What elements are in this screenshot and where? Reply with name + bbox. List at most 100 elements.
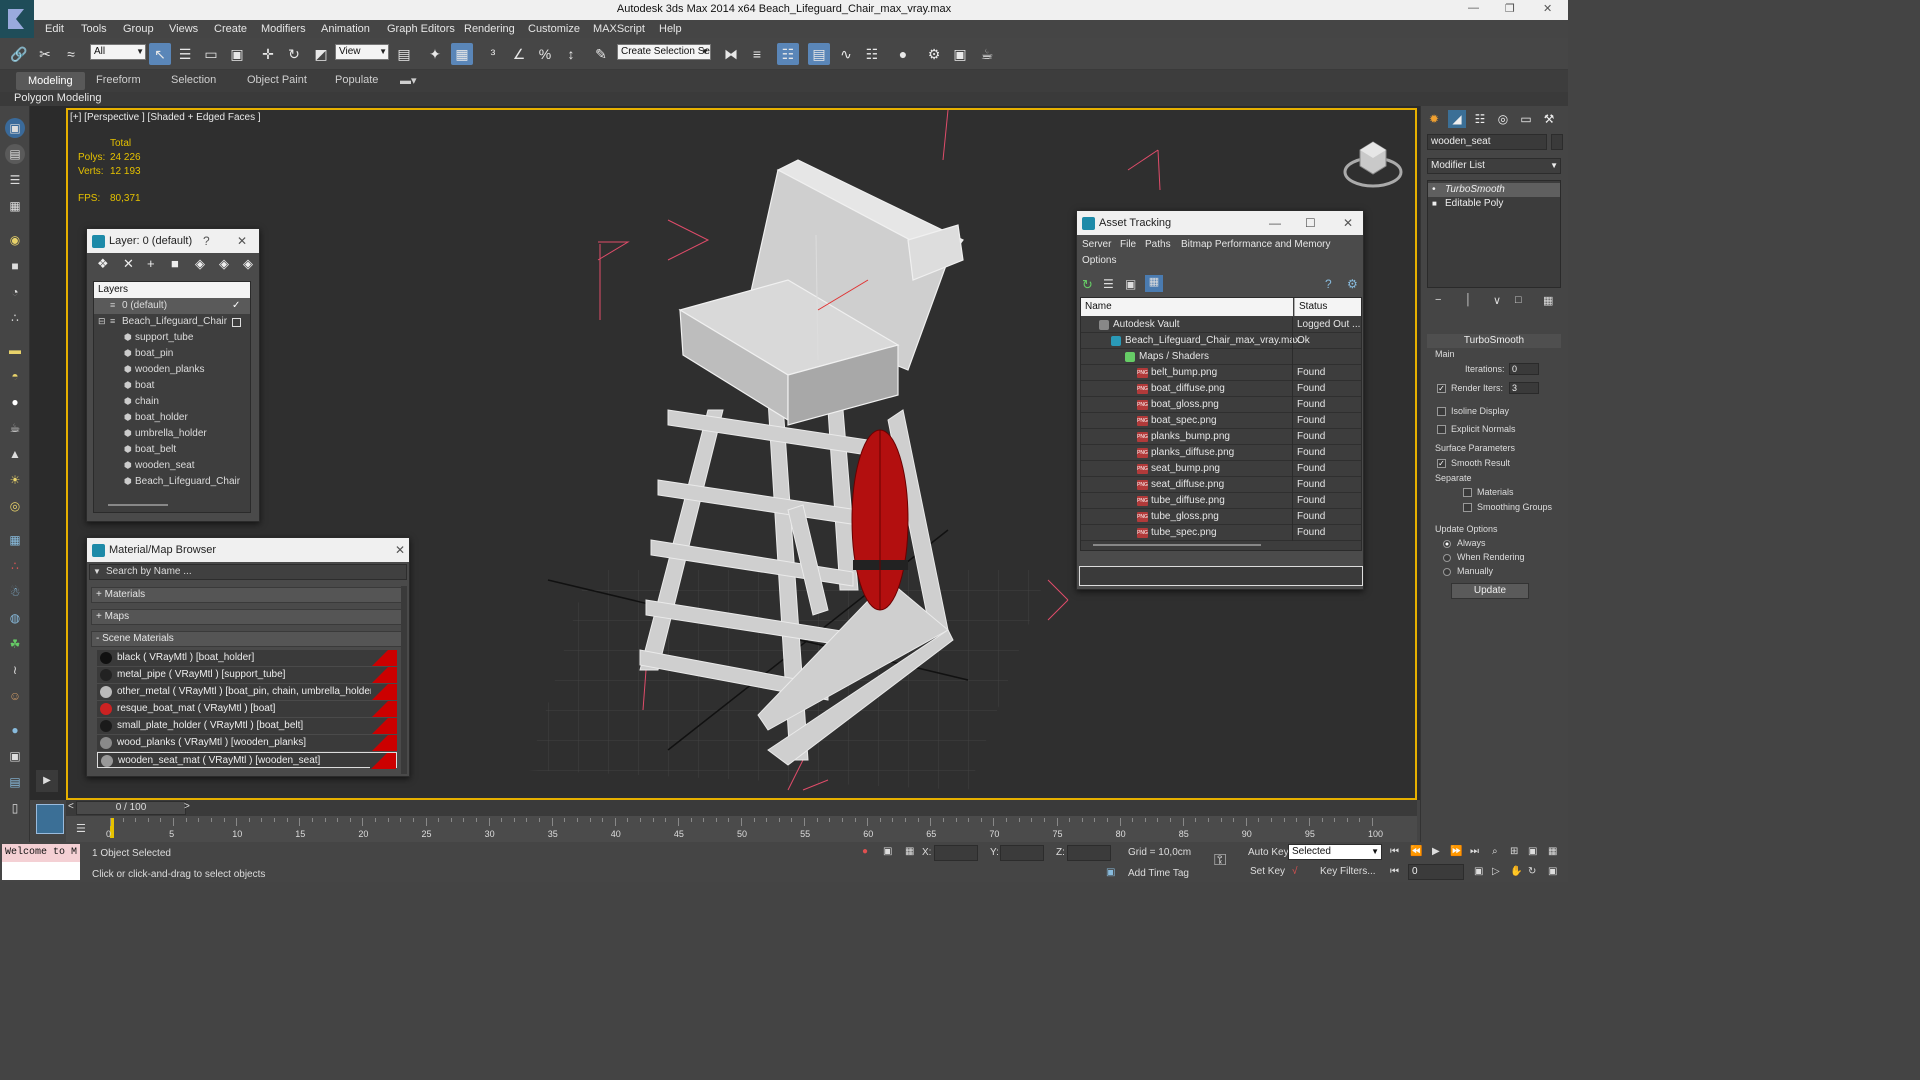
column-header-name[interactable]: Name bbox=[1081, 298, 1293, 316]
set-key-button[interactable]: Set Key bbox=[1250, 866, 1285, 877]
close-icon[interactable]: ✕ bbox=[1343, 211, 1353, 235]
maximize-icon[interactable]: ☐ bbox=[1305, 211, 1316, 235]
bones-icon[interactable]: ☃ bbox=[5, 582, 25, 602]
select-manipulate-icon[interactable]: ✦ bbox=[424, 43, 446, 65]
expand-arrow-icon[interactable]: ▶ bbox=[36, 770, 58, 792]
app-logo-icon[interactable] bbox=[0, 0, 34, 38]
close-icon[interactable]: ✕ bbox=[395, 538, 405, 562]
material-row[interactable]: black ( VRayMtl ) [boat_holder] bbox=[97, 650, 397, 666]
menu-create[interactable]: Create bbox=[214, 23, 247, 35]
x-coordinate-field[interactable] bbox=[934, 845, 978, 861]
asset-row[interactable]: Maps / Shaders bbox=[1081, 349, 1361, 365]
plant-icon[interactable]: ☘ bbox=[5, 634, 25, 654]
image-icon[interactable]: ▣ bbox=[5, 746, 25, 766]
help-icon[interactable]: ? bbox=[1325, 277, 1332, 291]
column-header-status[interactable]: Status bbox=[1294, 298, 1361, 316]
object-color-swatch[interactable] bbox=[1551, 134, 1563, 150]
close-icon[interactable]: ✕ bbox=[237, 229, 247, 253]
menu-graph-editors[interactable]: Graph Editors bbox=[387, 23, 455, 35]
asset-menu-paths[interactable]: Paths bbox=[1145, 239, 1171, 250]
pin-stack-icon[interactable]: − bbox=[1435, 294, 1441, 306]
absolute-mode-icon[interactable]: ▦ bbox=[905, 846, 914, 857]
lightbulb-icon[interactable]: • bbox=[1432, 183, 1436, 197]
delete-layer-icon[interactable]: ✕ bbox=[123, 256, 134, 272]
group-maps[interactable]: + Maps bbox=[91, 609, 403, 625]
torus-icon[interactable]: ◎ bbox=[5, 496, 25, 516]
asset-row[interactable]: PNG belt_bump.png Found bbox=[1081, 365, 1361, 381]
globe-icon[interactable]: ◍ bbox=[5, 608, 25, 628]
always-radio[interactable] bbox=[1443, 540, 1451, 548]
window-crossing-icon[interactable]: ▣ bbox=[226, 43, 248, 65]
tab-object-paint[interactable]: Object Paint bbox=[247, 74, 307, 86]
sun-icon[interactable]: ☀ bbox=[5, 470, 25, 490]
ribbon-options-icon[interactable]: ▬▾ bbox=[400, 74, 417, 87]
add-time-tag-label[interactable]: Add Time Tag bbox=[1128, 868, 1189, 879]
stack-item-editable-poly[interactable]: ■ Editable Poly bbox=[1428, 197, 1560, 211]
motion-tab-icon[interactable]: ◎ bbox=[1494, 110, 1512, 128]
table-icon[interactable]: ▦ bbox=[5, 196, 25, 216]
menu-tools[interactable]: Tools bbox=[81, 23, 107, 35]
menu-help[interactable]: Help bbox=[659, 23, 682, 35]
hierarchy-tab-icon[interactable]: ☷ bbox=[1471, 110, 1489, 128]
make-unique-icon[interactable]: ∨ bbox=[1493, 294, 1501, 307]
layer-object-row[interactable]: ⬢ wooden_planks bbox=[94, 362, 250, 378]
render-iters-checkbox[interactable]: ✓ bbox=[1437, 384, 1446, 393]
asset-row[interactable]: PNG tube_spec.png Found bbox=[1081, 525, 1361, 541]
field-of-view-icon[interactable]: ▷ bbox=[1492, 866, 1500, 877]
reference-coordinate-dropdown[interactable]: View ▼ bbox=[335, 44, 389, 60]
settings-help-icon[interactable]: ⚙ bbox=[1347, 277, 1358, 291]
sphere-icon[interactable]: ◓ bbox=[5, 366, 25, 386]
restore-icon[interactable]: ❐ bbox=[1505, 2, 1515, 15]
bind-space-warp-icon[interactable]: ≈ bbox=[60, 43, 82, 65]
spinner-snap-icon[interactable]: ↕ bbox=[560, 43, 582, 65]
layer-object-row[interactable]: ⬢ boat_holder bbox=[94, 410, 250, 426]
material-search-input[interactable]: ▼ Search by Name ... bbox=[89, 564, 407, 580]
asset-path-field[interactable] bbox=[1079, 566, 1363, 586]
render-iters-spinner[interactable]: 3 bbox=[1509, 382, 1539, 394]
layer-explorer-icon[interactable]: ☷ bbox=[777, 43, 799, 65]
key-icon[interactable]: ⚿ bbox=[1214, 852, 1226, 870]
asset-row[interactable]: Autodesk Vault Logged Out ... bbox=[1081, 317, 1361, 333]
zoom-extents-all-icon[interactable]: ▦ bbox=[1548, 846, 1557, 857]
refresh-icon[interactable]: ↻ bbox=[1082, 277, 1093, 293]
space-warp-icon[interactable]: ∴ bbox=[5, 308, 25, 328]
geosphere-icon[interactable]: ● bbox=[5, 392, 25, 412]
select-layer-icon[interactable]: ◈ bbox=[195, 256, 205, 272]
layer-window-titlebar[interactable]: Layer: 0 (default) ? ✕ bbox=[87, 229, 259, 253]
remove-modifier-icon[interactable]: □ bbox=[1515, 294, 1522, 306]
mirror-icon[interactable]: ⧓ bbox=[720, 43, 742, 65]
asset-tracking-titlebar[interactable]: Asset Tracking — ☐ ✕ bbox=[1077, 211, 1363, 235]
material-row[interactable]: wooden_seat_mat ( VRayMtl ) [wooden_seat… bbox=[97, 752, 397, 769]
viewport-label[interactable]: [+] [Perspective ] [Shaded + Edged Faces… bbox=[70, 112, 261, 123]
minimize-icon[interactable]: — bbox=[1269, 211, 1281, 235]
asset-menu-bitmap-performance[interactable]: Bitmap Performance and Memory bbox=[1181, 239, 1331, 250]
mini-curve-editor-icon[interactable] bbox=[36, 804, 64, 834]
percent-snap-icon[interactable]: % bbox=[534, 43, 556, 65]
material-editor-icon[interactable]: ● bbox=[892, 43, 914, 65]
chevron-down-icon[interactable]: ▼ bbox=[93, 565, 101, 579]
freeze-layers-icon[interactable]: ◈ bbox=[243, 256, 253, 272]
add-to-layer-icon[interactable]: + bbox=[147, 256, 155, 271]
snap-toggle-icon[interactable]: ³ bbox=[482, 43, 504, 65]
layer-object-row[interactable]: ⬢ Beach_Lifeguard_Chair bbox=[94, 474, 250, 490]
configure-modifier-sets-icon[interactable]: ▦ bbox=[1543, 294, 1553, 307]
material-row[interactable]: small_plate_holder ( VRayMtl ) [boat_bel… bbox=[97, 718, 397, 734]
smoothing-groups-checkbox[interactable] bbox=[1463, 503, 1472, 512]
modifier-list-dropdown[interactable]: Modifier List ▼ bbox=[1427, 158, 1561, 174]
keyboard-shortcut-override-icon[interactable]: ▦ bbox=[451, 43, 473, 65]
asset-scrollbar[interactable] bbox=[1093, 544, 1261, 546]
current-frame-field[interactable]: 0 bbox=[1408, 864, 1464, 880]
hair-icon[interactable]: ≀ bbox=[5, 660, 25, 680]
viewcube-icon[interactable] bbox=[1340, 132, 1406, 192]
menu-animation[interactable]: Animation bbox=[321, 23, 370, 35]
manually-radio[interactable] bbox=[1443, 568, 1451, 576]
rotate-icon[interactable]: ↻ bbox=[283, 43, 305, 65]
menu-maxscript[interactable]: MAXScript bbox=[593, 23, 645, 35]
cone-icon[interactable]: ▲ bbox=[5, 444, 25, 464]
asset-row[interactable]: PNG boat_spec.png Found bbox=[1081, 413, 1361, 429]
material-row[interactable]: other_metal ( VRayMtl ) [boat_pin, chain… bbox=[97, 684, 397, 700]
create-layer-icon[interactable]: ❖ bbox=[97, 256, 109, 272]
layer-row-default[interactable]: ≡ 0 (default) ✓ bbox=[94, 298, 250, 314]
z-coordinate-field[interactable] bbox=[1067, 845, 1111, 861]
unlink-icon[interactable]: ✂ bbox=[34, 43, 56, 65]
